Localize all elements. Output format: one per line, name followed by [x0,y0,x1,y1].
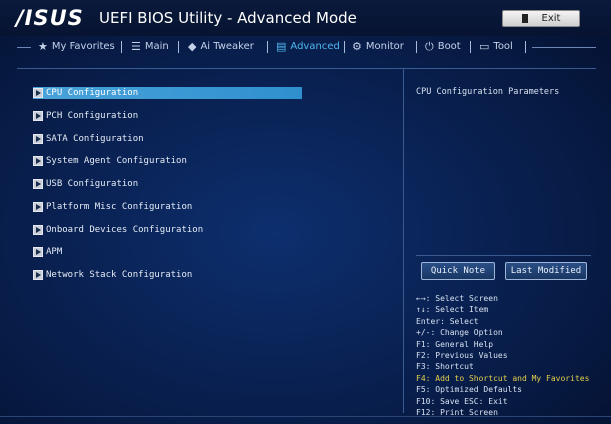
page-title: UEFI BIOS Utility - Advanced Mode [99,9,357,27]
item-label: Platform Misc Configuration [46,202,193,212]
tab-advanced[interactable]: ▤ Advanced [276,40,340,54]
menu-item-usb-configuration[interactable]: USB Configuration [33,178,138,190]
menu-item-sata-configuration[interactable]: SATA Configuration [33,133,144,145]
menu-line-right [532,47,596,48]
tab-monitor[interactable]: ⚙ Monitor [352,40,404,54]
bottom-border [0,416,611,417]
key-legend: ←→: Select Screen ↑↓: Select Item Enter:… [416,293,589,418]
submenu-arrow-icon [33,225,43,235]
submenu-arrow-icon [33,156,43,166]
menu-item-cpu-configuration[interactable]: CPU Configuration [33,87,302,99]
list-icon: ☰ [131,40,141,53]
menu-item-platform-misc-configuration[interactable]: Platform Misc Configuration [33,201,192,213]
menu-separator [344,41,345,53]
tweaker-icon: ◆ [188,40,197,53]
tab-label: Advanced [290,41,340,52]
tab-label: Tool [493,41,513,52]
power-icon: ⏻ [425,40,434,53]
tab-tool[interactable]: ▭ Tool [479,40,513,54]
key-hint: ←→: Select Screen [416,294,498,303]
main-panel: CPU Configuration PCH Configuration SATA… [17,68,403,413]
exit-door-icon [521,14,528,23]
submenu-arrow-icon [33,247,43,257]
last-modified-button[interactable]: Last Modified [505,262,587,280]
exit-button[interactable]: Exit [502,10,580,27]
tab-label: Ai Tweaker [200,41,254,52]
key-hint: F10: Save ESC: Exit [416,396,508,406]
menu-item-network-stack-configuration[interactable]: Network Stack Configuration [33,269,192,281]
tab-boot[interactable]: ⏻ Boot [425,40,461,54]
monitor-icon: ⚙ [352,40,362,53]
tab-label: My Favorites [51,41,115,52]
advanced-icon: ▤ [276,40,287,53]
submenu-arrow-icon [33,88,43,98]
title-bar: /ISUS UEFI BIOS Utility - Advanced Mode … [0,0,611,36]
menu-separator [416,41,417,53]
tab-my-favorites[interactable]: ★ My Favorites [38,40,115,54]
menu-separator [525,41,526,53]
menu-item-system-agent-configuration[interactable]: System Agent Configuration [33,155,187,167]
menu-separator [121,41,122,53]
submenu-arrow-icon [33,111,43,121]
item-label: PCH Configuration [46,111,139,121]
submenu-arrow-icon [33,270,43,280]
menu-item-pch-configuration[interactable]: PCH Configuration [33,110,138,122]
item-label: System Agent Configuration [46,156,187,166]
asus-logo: /ISUS [16,6,84,30]
help-panel: CPU Configuration Parameters Quick Note … [403,68,596,417]
key-hint: F2: Previous Values [416,351,508,361]
menu-line-left [17,47,31,48]
menu-separator [267,41,268,53]
tab-label: Monitor [365,41,404,52]
quick-note-button[interactable]: Quick Note [421,262,495,280]
key-hint-highlighted: F4: Add to Shortcut and My Favorites [416,373,590,383]
star-icon: ★ [38,40,48,53]
key-hint: Enter: Select [416,316,479,326]
submenu-arrow-icon [33,134,43,144]
key-hint: F5: Optimized Defaults [416,385,522,395]
item-label: Onboard Devices Configuration [46,225,204,235]
tool-icon: ▭ [479,40,490,53]
tab-label: Boot [437,41,461,52]
item-label: APM [46,247,63,257]
exit-label: Exit [541,13,561,24]
tab-main[interactable]: ☰ Main [131,40,169,54]
key-hint: ↑↓: Select Item [416,305,489,315]
menu-separator [470,41,471,53]
menu-bar: ★ My Favorites ☰ Main ◆ Ai Tweaker ▤ Adv… [0,36,611,58]
item-label: Network Stack Configuration [46,270,193,280]
item-label: USB Configuration [46,179,139,189]
key-hint: +/-: Change Option [416,328,503,338]
tab-label: Main [144,41,169,52]
menu-item-apm[interactable]: APM [33,246,62,258]
submenu-arrow-icon [33,179,43,189]
submenu-arrow-icon [33,202,43,212]
menu-item-onboard-devices-configuration[interactable]: Onboard Devices Configuration [33,224,203,236]
key-hint: F3: Shortcut [416,362,474,372]
key-hint: F1: General Help [416,339,494,349]
item-label: SATA Configuration [46,134,144,144]
item-label: CPU Configuration [46,88,139,98]
help-description: CPU Configuration Parameters [416,87,560,97]
tab-ai-tweaker[interactable]: ◆ Ai Tweaker [188,40,254,54]
menu-separator [178,41,179,53]
help-divider [416,255,591,256]
